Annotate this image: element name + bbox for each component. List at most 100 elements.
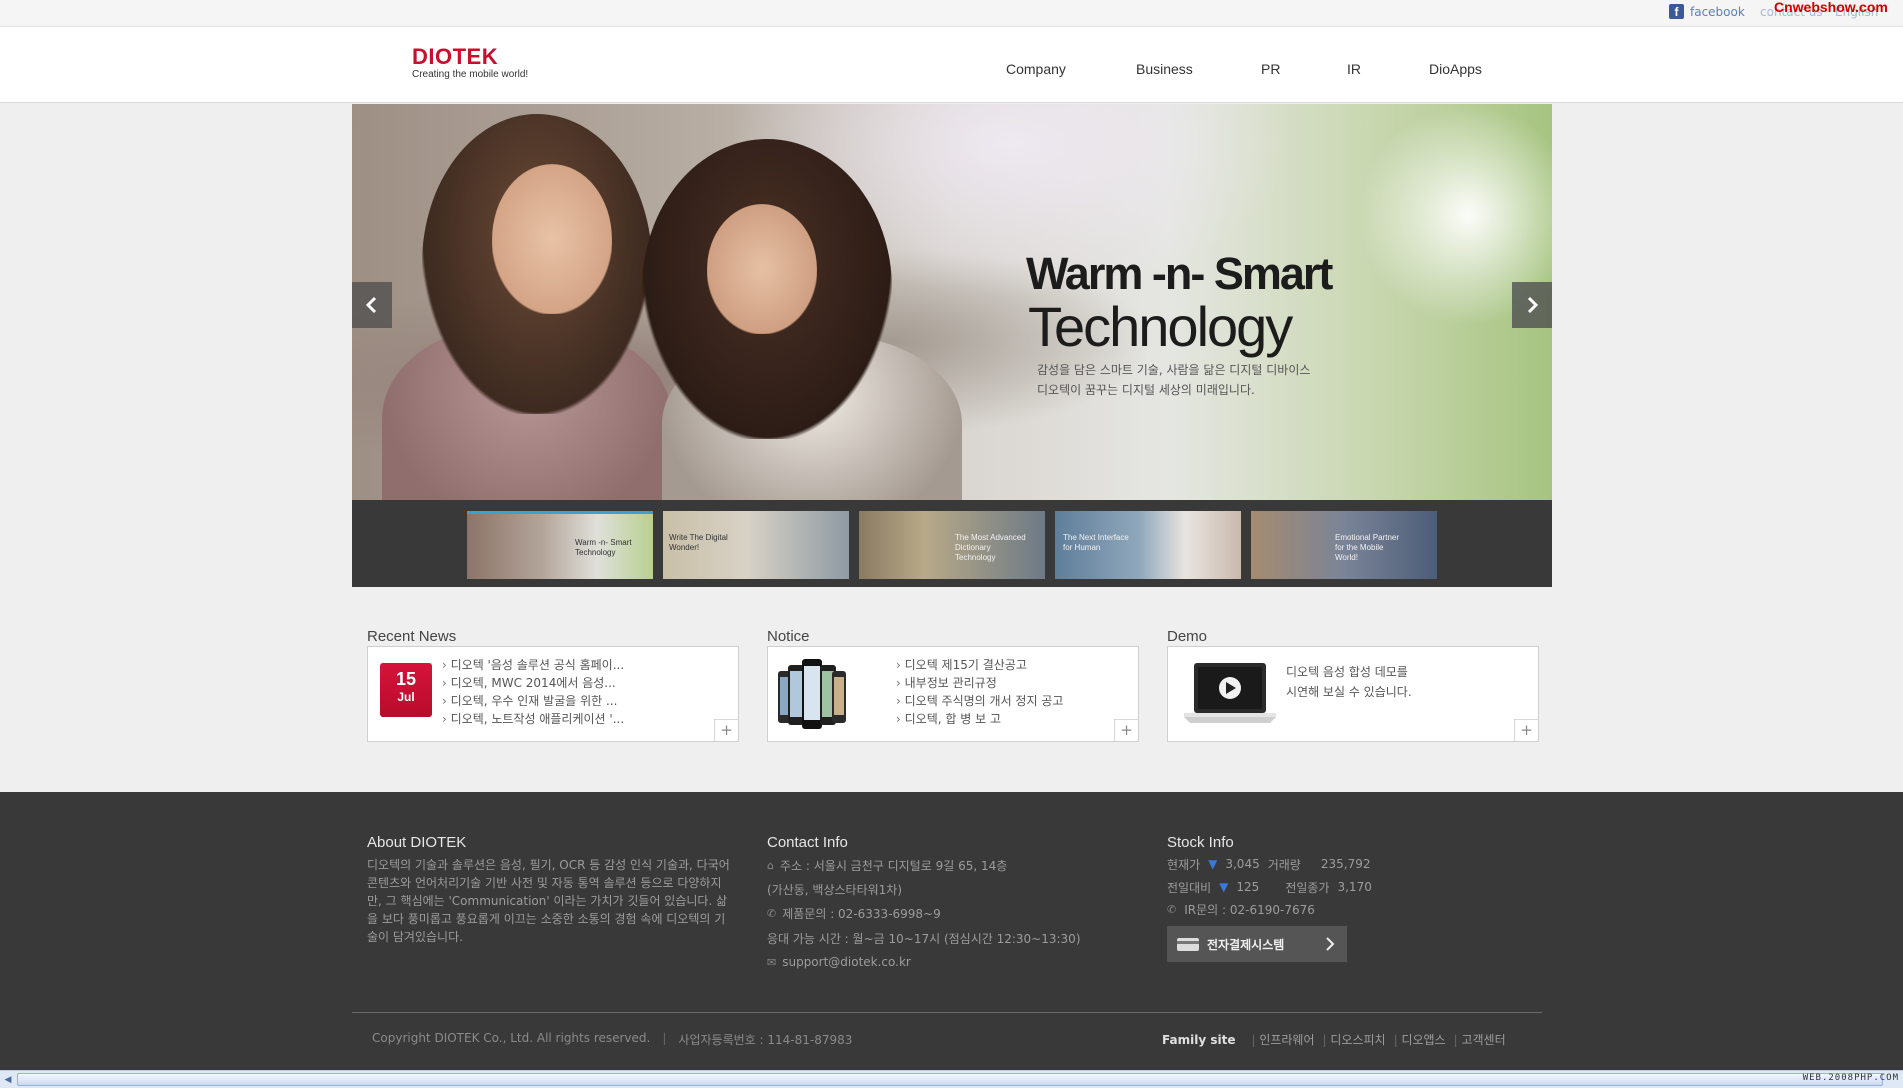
slider-thumbnail-1[interactable]: Warm -n- Smart Technology: [467, 511, 653, 579]
slider-next-button[interactable]: [1512, 282, 1552, 328]
family-site-label: Family site: [1162, 1032, 1236, 1047]
notice-more-button[interactable]: +: [1114, 719, 1138, 741]
hero-photo-face-2: [707, 204, 817, 334]
diotek-logo[interactable]: DIOTEK Creating the mobile world!: [412, 44, 529, 81]
notice-title: Notice: [767, 628, 810, 645]
news-item[interactable]: 디오텍 '음성 솔루션 공식 홈페이...: [442, 656, 625, 674]
ir-contact-text: IR문의 : 02-6190-7676: [1184, 902, 1315, 917]
copyright-line: Copyright DIOTEK Co., Ltd. All rights re…: [372, 1031, 852, 1048]
chevron-right-icon: [1527, 296, 1539, 314]
email-line: ✉ support@diotek.co.kr: [767, 953, 911, 971]
thumbnail-caption: The Next Interface for Human: [1063, 533, 1129, 552]
browser-watermark: WEB.2008PHP.COM: [1802, 1073, 1899, 1083]
notice-item[interactable]: 디오텍, 합 병 보 고: [896, 710, 1063, 728]
facebook-link[interactable]: f facebook: [1669, 4, 1745, 19]
demo-line-1: 디오텍 음성 합성 데모를: [1286, 665, 1408, 679]
facebook-icon: f: [1669, 4, 1684, 19]
email-link[interactable]: support@diotek.co.kr: [782, 955, 911, 969]
nav-dioapps[interactable]: DioApps: [1429, 61, 1482, 81]
slider-thumbnail-4[interactable]: The Next Interface for Human: [1055, 511, 1241, 579]
phone-icon: ✆: [1167, 902, 1177, 916]
demo-line-2: 시연해 보실 수 있습니다.: [1286, 685, 1412, 699]
stock-prev-label: 전일종가: [1285, 880, 1330, 895]
notice-item[interactable]: 내부정보 관리규정: [896, 674, 1063, 692]
hours-line: 응대 가능 시간 : 월~금 10~17시 (점심시간 12:30~13:30): [767, 929, 1081, 947]
news-item[interactable]: 디오텍, 노트작성 애플리케이션 '...: [442, 710, 625, 728]
stock-title: Stock Info: [1167, 834, 1234, 851]
stock-volume-value: 235,792: [1320, 857, 1371, 871]
logo-wordmark: DIOTEK: [412, 44, 499, 69]
recent-news-list: 디오텍 '음성 솔루션 공식 홈페이... 디오텍, MWC 2014에서 음성…: [442, 656, 625, 728]
business-number: 사업자등록번호 : 114-81-87983: [678, 1033, 853, 1047]
stock-change-value: 125: [1236, 880, 1260, 894]
home-icon: ⌂: [767, 858, 774, 872]
payment-system-label: 전자결제시스템: [1207, 937, 1285, 952]
stock-change-label: 전일대비: [1167, 880, 1212, 895]
slider-thumbnail-5[interactable]: Emotional Partner for the Mobile World!: [1251, 511, 1437, 579]
notice-box: 디오텍 제15기 결산공고 내부정보 관리규정 디오텍 주식명의 개서 정지 공…: [767, 646, 1139, 742]
demo-more-button[interactable]: +: [1514, 719, 1538, 741]
stock-row-2: 전일대비 ▼ 125 전일종가 3,170: [1167, 878, 1372, 896]
hero-photo-face-1: [492, 164, 612, 314]
hero-headline: Warm -n- Smart: [1026, 248, 1333, 299]
horizontal-scrollbar[interactable]: ◀ WEB.2008PHP.COM: [0, 1070, 1903, 1088]
slider-prev-button[interactable]: [352, 282, 392, 328]
hours-text: 응대 가능 시간 : 월~금 10~17시 (점심시간 12:30~13:30): [767, 931, 1081, 946]
separator: |: [662, 1031, 667, 1045]
hero-subtext: 감성을 담은 스마트 기술, 사람을 닮은 디지털 디바이스 디오텍이 꿈꾸는 …: [1037, 360, 1310, 400]
address-line-2: (가산동, 백상스타타워1차): [767, 880, 902, 898]
nav-business[interactable]: Business: [1136, 61, 1193, 81]
phone-text: 제품문의 : 02-6333-6998~9: [782, 906, 941, 921]
family-link-diospeech[interactable]: 디오스피치: [1323, 1031, 1385, 1048]
watermark: Cnwebshow.com: [1774, 0, 1888, 15]
address-line: ⌂ 주소 : 서울시 금천구 디지털로 9길 65, 14층: [767, 856, 1007, 874]
laptop-play-icon[interactable]: [1182, 661, 1278, 727]
scroll-left-icon[interactable]: ◀: [0, 1072, 16, 1088]
hero-headline-technology: Technology: [1028, 295, 1293, 358]
phone-line: ✆ 제품문의 : 02-6333-6998~9: [767, 904, 941, 922]
about-text: 디오텍의 기술과 솔루션은 음성, 필기, OCR 등 감성 인식 기술과, 다…: [367, 858, 730, 944]
notice-item[interactable]: 디오텍 주식명의 개서 정지 공고: [896, 692, 1064, 710]
stock-volume-label: 거래량: [1267, 857, 1301, 872]
stock-row-1: 현재가 ▼ 3,045 거래량 235,792: [1167, 855, 1370, 873]
hero-slider: Warm -n- Smart Technology 감성을 담은 스마트 기술,…: [352, 104, 1552, 500]
news-date-month: Jul: [397, 690, 415, 704]
top-utility-bar: f facebook contact us English Cnwebshow.…: [0, 0, 1903, 27]
logo-tagline: Creating the mobile world!: [412, 69, 529, 80]
slider-thumbnail-3[interactable]: The Most Advanced Dictionary Technology: [859, 511, 1045, 579]
phone-icon: ✆: [767, 906, 777, 920]
hero-subtext-line-2: 디오텍이 꿈꾸는 디지털 세상의 미래입니다.: [1037, 383, 1255, 397]
site-header: DIOTEK Creating the mobile world! Compan…: [0, 27, 1903, 103]
family-link-infraware[interactable]: 인프라웨어: [1251, 1031, 1314, 1048]
nav-ir[interactable]: IR: [1347, 61, 1361, 81]
news-item[interactable]: 디오텍, MWC 2014에서 음성...: [442, 674, 624, 692]
family-link-dioapps[interactable]: 디오앱스: [1394, 1031, 1445, 1048]
contact-title: Contact Info: [767, 834, 848, 851]
recent-news-more-button[interactable]: +: [714, 719, 738, 741]
address-text: 주소 : 서울시 금천구 디지털로 9길 65, 14층: [779, 858, 1008, 873]
notice-item[interactable]: 디오텍 제15기 결산공고: [896, 656, 1063, 674]
slider-thumbnail-2[interactable]: Write The Digital Wonder!: [663, 511, 849, 579]
notice-list: 디오텍 제15기 결산공고 내부정보 관리규정 디오텍 주식명의 개서 정지 공…: [896, 656, 1064, 728]
payment-system-button[interactable]: 전자결제시스템: [1167, 926, 1347, 962]
nav-pr[interactable]: PR: [1261, 61, 1280, 81]
down-arrow-icon: ▼: [1219, 880, 1229, 894]
stock-prev-value: 3,170: [1337, 880, 1372, 894]
chevron-right-icon: [1326, 937, 1335, 951]
demo-title: Demo: [1167, 628, 1208, 645]
hero-subtext-line-1: 감성을 담은 스마트 기술, 사람을 닮은 디지털 디바이스: [1037, 363, 1311, 377]
family-link-support[interactable]: 고객센터: [1454, 1031, 1505, 1048]
thumbnail-caption: The Most Advanced Dictionary Technology: [955, 533, 1026, 562]
thumbnail-caption: Warm -n- Smart Technology: [575, 538, 632, 557]
nav-company[interactable]: Company: [1006, 61, 1066, 81]
footer-divider: [352, 1012, 1542, 1013]
slider-thumbnail-strip: Warm -n- Smart Technology Write The Digi…: [352, 500, 1552, 587]
news-item[interactable]: 디오텍, 우수 인재 발굴을 위한 ...: [442, 692, 624, 710]
recent-news-box: 15 Jul 디오텍 '음성 솔루션 공식 홈페이... 디오텍, MWC 20…: [367, 646, 739, 742]
down-arrow-icon: ▼: [1208, 857, 1218, 871]
ir-contact-line: ✆ IR문의 : 02-6190-7676: [1167, 900, 1315, 918]
address-detail: (가산동, 백상스타타워1차): [767, 882, 903, 897]
scrollbar-thumb[interactable]: [17, 1073, 1883, 1086]
about-title: About DIOTEK: [367, 834, 467, 851]
smartphones-icon: [778, 659, 846, 729]
